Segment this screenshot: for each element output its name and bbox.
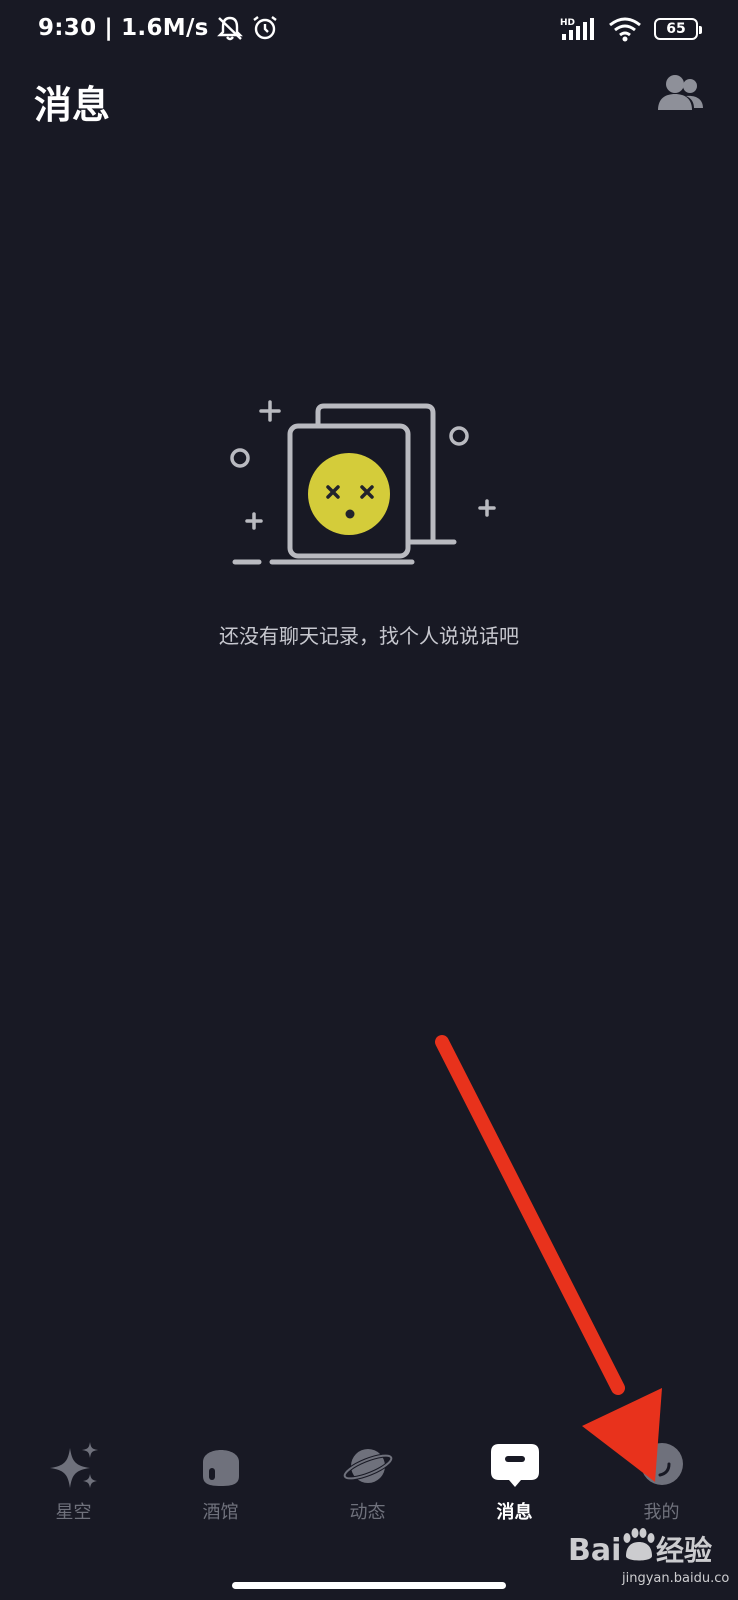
dizzy-face-icon — [308, 453, 390, 535]
tab-xiaoxi[interactable]: 消息 — [441, 1430, 588, 1550]
empty-state-message: 还没有聊天记录，找个人说说话吧 — [219, 624, 519, 648]
tab-jiuguan[interactable]: 酒馆 — [147, 1430, 294, 1550]
status-left: 9:30 | 1.6M/s — [38, 14, 279, 42]
decoration-plus-left — [259, 400, 281, 422]
decoration-circle-left — [230, 448, 250, 468]
alarm-icon — [252, 16, 277, 40]
decoration-plus-right — [478, 499, 496, 517]
svg-text:jingyan.baidu.com: jingyan.baidu.com — [621, 1571, 730, 1586]
tab-label: 动态 — [349, 1502, 386, 1523]
tab-label: 消息 — [496, 1502, 533, 1523]
tab-xingkong[interactable]: 星空 — [0, 1430, 147, 1550]
contacts-icon — [658, 75, 703, 110]
tab-label: 酒馆 — [202, 1502, 239, 1523]
decoration-plus-small — [245, 512, 263, 530]
tab-label: 星空 — [55, 1502, 92, 1523]
tab-label: 我的 — [643, 1502, 680, 1523]
status-bar: 9:30 | 1.6M/s HD 65 — [0, 0, 738, 64]
status-right: HD 65 — [560, 16, 702, 42]
empty-chat-illustration — [230, 400, 496, 565]
status-separator: | — [104, 15, 114, 41]
planet-icon — [342, 1449, 394, 1483]
bottom-tab-bar: 星空 酒馆 动态 消息 我的 — [0, 1430, 738, 1570]
contacts-button[interactable] — [656, 72, 706, 116]
network-speed: 1.6M/s — [121, 15, 209, 41]
home-indicator[interactable] — [232, 1582, 506, 1589]
wifi-icon — [609, 17, 641, 42]
profile-icon — [641, 1443, 683, 1485]
sparkle-icon — [50, 1442, 98, 1488]
battery-indicator: 65 — [654, 18, 702, 40]
tab-dongtai[interactable]: 动态 — [294, 1430, 441, 1550]
mute-icon — [216, 16, 243, 41]
page-title: 消息 — [34, 83, 111, 127]
svg-text:HD: HD — [560, 18, 575, 28]
hd-signal-icon: HD — [560, 18, 594, 40]
annotation-arrow — [435, 1035, 662, 1482]
chat-bubble-icon — [491, 1444, 539, 1487]
tab-wode[interactable]: 我的 — [588, 1430, 735, 1550]
status-time: 9:30 — [38, 15, 97, 41]
decoration-circle-right — [449, 426, 469, 446]
tavern-icon — [203, 1450, 239, 1486]
